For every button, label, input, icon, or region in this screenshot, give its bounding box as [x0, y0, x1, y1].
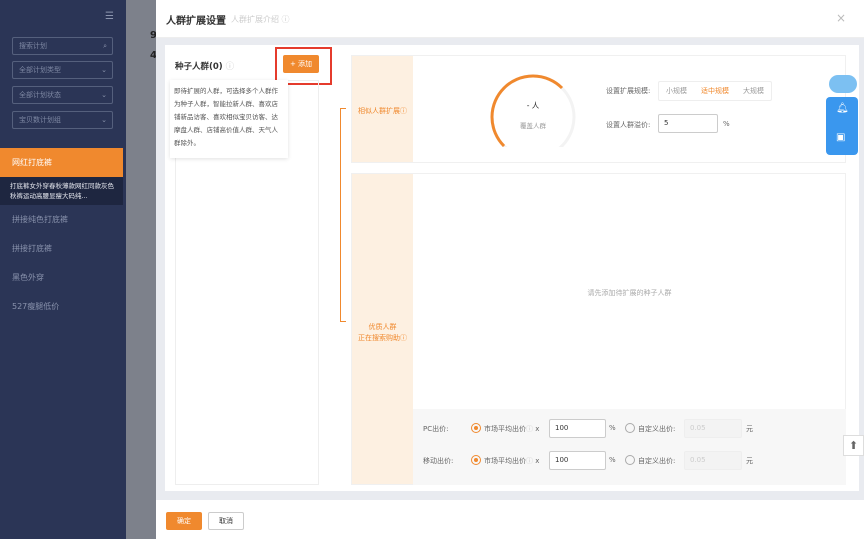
- mobile-percent-input[interactable]: 100: [549, 451, 606, 470]
- sidebar-item[interactable]: 黑色外穿: [0, 272, 123, 283]
- help-icon[interactable]: ⓘ: [226, 62, 235, 72]
- seed-description-tooltip: 即待扩展的人群，可选择多个人群作为种子人群，智能拉新人群、喜欢店铺新品访客、喜欢…: [170, 80, 288, 158]
- intro-link-label: 人群扩展介绍: [231, 15, 279, 24]
- settings-card: 种子人群(0) ⓘ + 添加 即待扩展的人群，可选择多个人群作为种子人群，智能拉…: [165, 45, 859, 491]
- crowd-expansion-modal: 人群扩展设置 人群扩展介绍 ⓘ × 种子人群(0) ⓘ + 添加 即待扩展的人群…: [156, 0, 864, 539]
- back-to-top-icon[interactable]: ⬆: [843, 435, 864, 456]
- custom-price-label: 自定义出价:: [638, 457, 676, 465]
- similar-label-text: 相似人群扩展: [358, 107, 400, 115]
- quality-label-line2: 正在搜索购助: [358, 334, 400, 342]
- modal-header: 人群扩展设置 人群扩展介绍 ⓘ ×: [156, 0, 864, 38]
- plan-search-input[interactable]: 搜索计划 ⌕: [12, 37, 113, 55]
- bell-icon[interactable]: 🔔︎: [836, 103, 849, 114]
- currency-unit: 元: [746, 457, 753, 465]
- market-price-radio[interactable]: [471, 423, 481, 433]
- market-price-radio[interactable]: [471, 455, 481, 465]
- scale-label: 设置扩展规模:: [606, 87, 651, 95]
- select-value: 宝贝数计划组: [19, 116, 61, 124]
- modal-body: 种子人群(0) ⓘ + 添加 即待扩展的人群，可选择多个人群作为种子人群，智能拉…: [156, 38, 864, 500]
- sidebar-item[interactable]: 527瘦腿低价: [0, 301, 123, 312]
- quality-crowd-section: 优质人群 正在搜索购助ⓘ 请先添加待扩展的种子人群 PC出价: 市场平均出价ⓘ x…: [351, 173, 846, 485]
- scale-option-large[interactable]: 大规模: [736, 82, 771, 100]
- sidebar-item-active[interactable]: 网红打底裤: [0, 148, 123, 177]
- search-placeholder: 搜索计划: [19, 42, 47, 50]
- cancel-button[interactable]: 取消: [208, 512, 244, 530]
- premium-unit: %: [723, 120, 730, 128]
- similar-crowd-section: 相似人群扩展ⓘ - 人 覆盖人群 设置扩展规模: 小规模 适中规模 大规模 设置人群…: [351, 55, 846, 163]
- gauge-label: 覆盖人群: [520, 122, 546, 130]
- premium-input[interactable]: 5: [658, 114, 718, 133]
- help-icon[interactable]: ⓘ: [526, 457, 533, 465]
- times-sign: x: [535, 425, 540, 433]
- plan-group-select[interactable]: 宝贝数计划组 ⌄: [12, 111, 113, 129]
- pc-bid-label: PC出价:: [423, 425, 449, 433]
- seed-title-text: 种子人群(0): [175, 62, 223, 72]
- mobile-custom-price-input[interactable]: 0.05: [684, 451, 742, 470]
- percent-unit: %: [609, 424, 616, 432]
- custom-price-radio[interactable]: [625, 423, 635, 433]
- add-seed-button[interactable]: + 添加: [283, 55, 319, 73]
- mobile-bid-row: 移动出价: 市场平均出价ⓘ x 100 % 自定义出价: 0.05 元: [413, 449, 846, 475]
- chat-icon[interactable]: ▣: [836, 132, 845, 143]
- modal-title: 人群扩展设置: [166, 16, 226, 27]
- premium-label: 设置人群溢价:: [606, 121, 651, 129]
- help-icon[interactable]: ⓘ: [526, 425, 533, 433]
- seed-title: 种子人群(0) ⓘ: [175, 60, 234, 72]
- cloud-mascot-icon: [829, 75, 857, 93]
- close-icon[interactable]: ×: [836, 11, 846, 25]
- select-value: 全部计划状态: [19, 91, 61, 99]
- pc-bid-row: PC出价: 市场平均出价ⓘ x 100 % 自定义出价: 0.05 元: [413, 417, 846, 443]
- similar-crowd-label: 相似人群扩展ⓘ: [352, 56, 413, 162]
- scale-option-medium[interactable]: 适中规模: [694, 82, 736, 100]
- percent-unit: %: [609, 456, 616, 464]
- intro-link[interactable]: 人群扩展介绍 ⓘ: [231, 14, 290, 25]
- collapse-menu-icon[interactable]: ☰: [105, 11, 114, 22]
- active-item-description: 打底裤女外穿春秋薄款网红同款灰色秋裤运动高腰显瘦大码纯...: [0, 177, 123, 205]
- market-price-label: 市场平均出价: [484, 425, 526, 433]
- scale-segmented-control: 小规模 适中规模 大规模: [658, 81, 772, 101]
- currency-unit: 元: [746, 425, 753, 433]
- quality-crowd-label: 优质人群 正在搜索购助ⓘ: [352, 174, 413, 484]
- mobile-bid-label: 移动出价:: [423, 457, 454, 465]
- scale-option-small[interactable]: 小规模: [659, 82, 694, 100]
- bid-settings: PC出价: 市场平均出价ⓘ x 100 % 自定义出价: 0.05 元 移动出价…: [413, 409, 846, 485]
- market-price-label: 市场平均出价: [484, 457, 526, 465]
- search-icon: ⌕: [103, 42, 107, 50]
- bracket-connector: [340, 108, 346, 322]
- sidebar-item[interactable]: 拼接纯色打底裤: [0, 214, 123, 225]
- sidebar: ☰ 搜索计划 ⌕ 全部计划类型 ⌄ 全部计划状态 ⌄ 宝贝数计划组 ⌄ 网红打底裤 打底…: [0, 0, 126, 539]
- pc-custom-price-input[interactable]: 0.05: [684, 419, 742, 438]
- gauge-value: - 人: [526, 101, 540, 110]
- plan-type-select[interactable]: 全部计划类型 ⌄: [12, 61, 113, 79]
- custom-price-label: 自定义出价:: [638, 425, 676, 433]
- sidebar-item[interactable]: 拼接打底裤: [0, 243, 123, 254]
- times-sign: x: [535, 457, 540, 465]
- custom-price-radio[interactable]: [625, 455, 635, 465]
- chevron-down-icon: ⌄: [101, 91, 107, 99]
- quality-label-line1: 优质人群: [368, 323, 397, 331]
- empty-state-text: 请先添加待扩展的种子人群: [587, 289, 672, 297]
- background-content: 9 4: [126, 0, 157, 539]
- chevron-down-icon: ⌄: [101, 66, 107, 74]
- plan-status-select[interactable]: 全部计划状态 ⌄: [12, 86, 113, 104]
- floating-widget: 🔔︎ ▣: [826, 97, 858, 155]
- select-value: 全部计划类型: [19, 66, 61, 74]
- confirm-button[interactable]: 确定: [166, 512, 202, 530]
- chevron-down-icon: ⌄: [101, 116, 107, 124]
- pc-percent-input[interactable]: 100: [549, 419, 606, 438]
